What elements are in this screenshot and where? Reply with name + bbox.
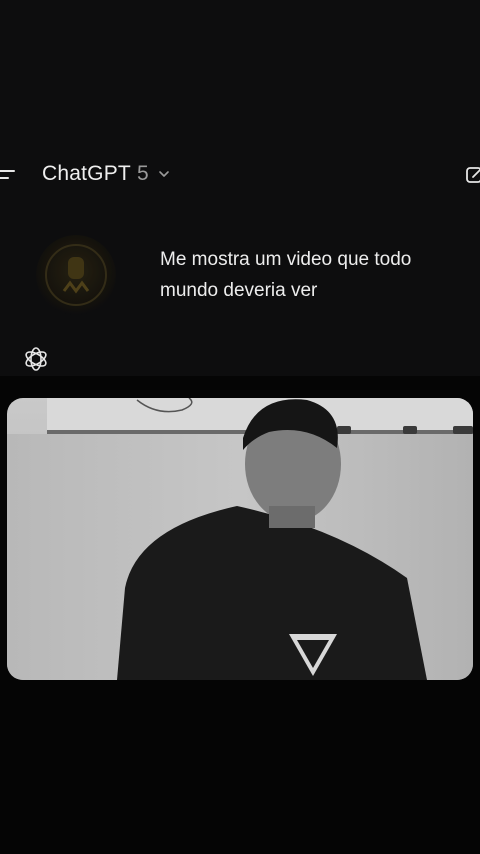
new-chat-icon <box>466 167 480 183</box>
openai-logo-icon <box>22 345 50 373</box>
video-player[interactable] <box>7 398 473 680</box>
header: ChatGPT 5 <box>0 150 480 200</box>
chevron-down-icon <box>158 171 169 177</box>
video-still <box>7 398 473 680</box>
user-message: Me mostra um video que todo mundo deveri… <box>160 249 412 301</box>
chatgpt-app: ChatGPT 5 Me mostra um video que todo mu… <box>0 0 480 854</box>
user-avatar <box>36 235 116 315</box>
new-chat-button[interactable] <box>464 164 480 186</box>
avatar-emblem <box>45 244 107 306</box>
model-selector[interactable]: ChatGPT 5 <box>42 162 171 186</box>
menu-icon <box>0 170 15 179</box>
menu-button[interactable] <box>0 164 18 186</box>
model-version: 5 <box>136 162 149 185</box>
app-title: ChatGPT <box>42 162 131 185</box>
